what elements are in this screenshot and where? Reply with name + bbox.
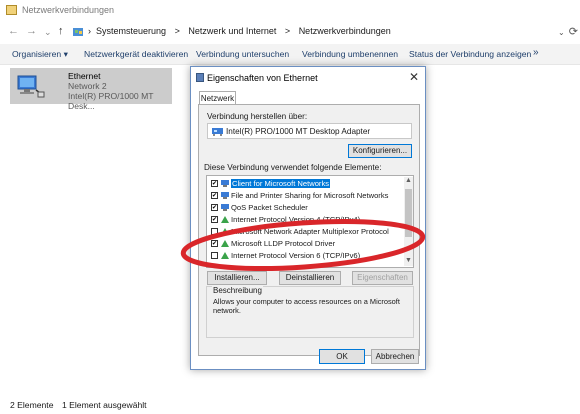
- status-bar: 2 Elemente 1 Element ausgewählt: [0, 396, 580, 414]
- adapter-name: Intel(R) PRO/1000 MT Desktop Adapter: [226, 127, 371, 136]
- dialog-title: Eigenschaften von Ethernet: [207, 73, 318, 83]
- navigation-bar: ← → ⌄ ↑ › Systemsteuerung > Netzwerk und…: [0, 22, 580, 42]
- folder-icon: [6, 5, 17, 15]
- breadcrumb-chevron: ›: [88, 26, 91, 36]
- cancel-button[interactable]: Abbrechen: [371, 349, 419, 364]
- list-scrollbar[interactable]: ▲ ▼: [404, 177, 413, 266]
- service-icon: [221, 192, 229, 199]
- window-title: Netzwerkverbindungen: [22, 5, 115, 15]
- forward-button[interactable]: →: [26, 25, 37, 37]
- list-item[interactable]: ✔ Microsoft LLDP Protocol Driver: [209, 239, 399, 249]
- selection-count: 1 Element ausgewählt: [62, 400, 147, 410]
- service-icon: [221, 204, 229, 211]
- component-label: Microsoft Network Adapter Multiplexor Pr…: [231, 227, 389, 236]
- list-item[interactable]: ✔ File and Printer Sharing for Microsoft…: [209, 191, 399, 201]
- list-item[interactable]: Microsoft Network Adapter Multiplexor Pr…: [209, 227, 399, 237]
- component-label: File and Printer Sharing for Microsoft N…: [231, 191, 389, 200]
- description-title: Beschreibung: [212, 286, 263, 295]
- organize-menu[interactable]: Organisieren ▾: [12, 49, 68, 60]
- control-panel-icon: [72, 26, 84, 40]
- disable-device-button[interactable]: Netzwerkgerät deaktivieren: [84, 49, 188, 59]
- breadcrumb-netzwerkverbindungen[interactable]: Netzwerkverbindungen: [299, 26, 391, 36]
- connection-adapter: Intel(R) PRO/1000 MT Desk...: [68, 91, 154, 111]
- connection-name: Ethernet: [68, 71, 101, 81]
- component-checkbox[interactable]: [211, 252, 218, 259]
- list-item[interactable]: ✔ Internet Protocol Version 4 (TCP/IPv4): [209, 215, 399, 225]
- properties-button[interactable]: Eigenschaften: [352, 271, 413, 285]
- components-label: Diese Verbindung verwendet folgende Elem…: [204, 163, 382, 172]
- tab-netzwerk[interactable]: Netzwerk: [199, 91, 236, 105]
- scrollbar-thumb[interactable]: [405, 189, 412, 237]
- breadcrumb-separator[interactable]: >: [285, 26, 290, 36]
- close-button[interactable]: ✕: [409, 70, 419, 84]
- component-checkbox[interactable]: ✔: [211, 180, 218, 187]
- component-checkbox[interactable]: ✔: [211, 240, 218, 247]
- protocol-icon: [221, 216, 229, 223]
- component-checkbox[interactable]: ✔: [211, 216, 218, 223]
- adapter-field: Intel(R) PRO/1000 MT Desktop Adapter: [207, 123, 412, 139]
- more-commands-button[interactable]: »: [533, 47, 539, 58]
- network-properties-icon: [196, 73, 204, 82]
- component-checkbox[interactable]: ✔: [211, 204, 218, 211]
- breadcrumb[interactable]: Systemsteuerung > Netzwerk und Internet …: [96, 26, 397, 36]
- ok-button[interactable]: OK: [319, 349, 365, 364]
- components-list[interactable]: ✔ Client for Microsoft Networks ✔ File a…: [206, 175, 414, 268]
- component-label: QoS Packet Scheduler: [231, 203, 308, 212]
- command-bar: Organisieren ▾ Netzwerkgerät deaktiviere…: [0, 44, 580, 65]
- rename-connection-button[interactable]: Verbindung umbenennen: [302, 49, 398, 59]
- uninstall-button[interactable]: Deinstallieren: [279, 271, 341, 285]
- breadcrumb-separator[interactable]: >: [175, 26, 180, 36]
- connect-using-label: Verbindung herstellen über:: [207, 112, 308, 121]
- client-icon: [221, 180, 229, 187]
- list-item[interactable]: Internet Protocol Version 6 (TCP/IPv6): [209, 251, 399, 261]
- back-button[interactable]: ←: [8, 25, 19, 37]
- protocol-icon: [221, 252, 229, 259]
- view-status-button[interactable]: Status der Verbindung anzeigen: [409, 49, 531, 59]
- ethernet-properties-dialog: Eigenschaften von Ethernet ✕ Netzwerk Ve…: [190, 66, 426, 370]
- network-tab-panel: Verbindung herstellen über: Intel(R) PRO…: [198, 104, 420, 356]
- component-checkbox[interactable]: [211, 228, 218, 235]
- refresh-button[interactable]: ⟳: [569, 25, 578, 38]
- configure-button[interactable]: Konfigurieren...: [348, 144, 412, 158]
- network-card-icon: [212, 127, 223, 138]
- list-item[interactable]: ✔ Client for Microsoft Networks: [209, 179, 399, 189]
- description-text: Allows your computer to access resources…: [213, 297, 400, 315]
- scroll-down-arrow[interactable]: ▼: [404, 257, 413, 264]
- component-checkbox[interactable]: ✔: [211, 192, 218, 199]
- protocol-icon: [221, 228, 229, 235]
- window-titlebar: Netzwerkverbindungen: [0, 0, 580, 22]
- list-item[interactable]: ✔ QoS Packet Scheduler: [209, 203, 399, 213]
- item-count: 2 Elemente: [10, 400, 54, 410]
- breadcrumb-systemsteuerung[interactable]: Systemsteuerung: [96, 26, 166, 36]
- network-adapter-icon: [16, 74, 45, 98]
- component-label: Internet Protocol Version 6 (TCP/IPv6): [231, 251, 361, 260]
- diagnose-connection-button[interactable]: Verbindung untersuchen: [196, 49, 289, 59]
- description-group: Beschreibung Allows your computer to acc…: [206, 286, 414, 338]
- address-dropdown[interactable]: ⌄: [558, 28, 565, 37]
- component-label: Client for Microsoft Networks: [231, 179, 331, 188]
- connection-item-ethernet[interactable]: Ethernet Network 2 Intel(R) PRO/1000 MT …: [10, 68, 172, 111]
- install-button[interactable]: Installieren...: [207, 271, 267, 285]
- component-label: Microsoft LLDP Protocol Driver: [231, 239, 336, 248]
- protocol-icon: [221, 240, 229, 247]
- recent-locations-dropdown[interactable]: ⌄: [44, 27, 52, 38]
- scroll-up-arrow[interactable]: ▲: [404, 177, 413, 184]
- up-button[interactable]: ↑: [58, 25, 64, 37]
- breadcrumb-netzwerk-und-internet[interactable]: Netzwerk und Internet: [188, 26, 276, 36]
- connection-network: Network 2: [68, 81, 107, 91]
- connection-details: Ethernet Network 2 Intel(R) PRO/1000 MT …: [68, 71, 172, 111]
- component-label: Internet Protocol Version 4 (TCP/IPv4): [231, 215, 361, 224]
